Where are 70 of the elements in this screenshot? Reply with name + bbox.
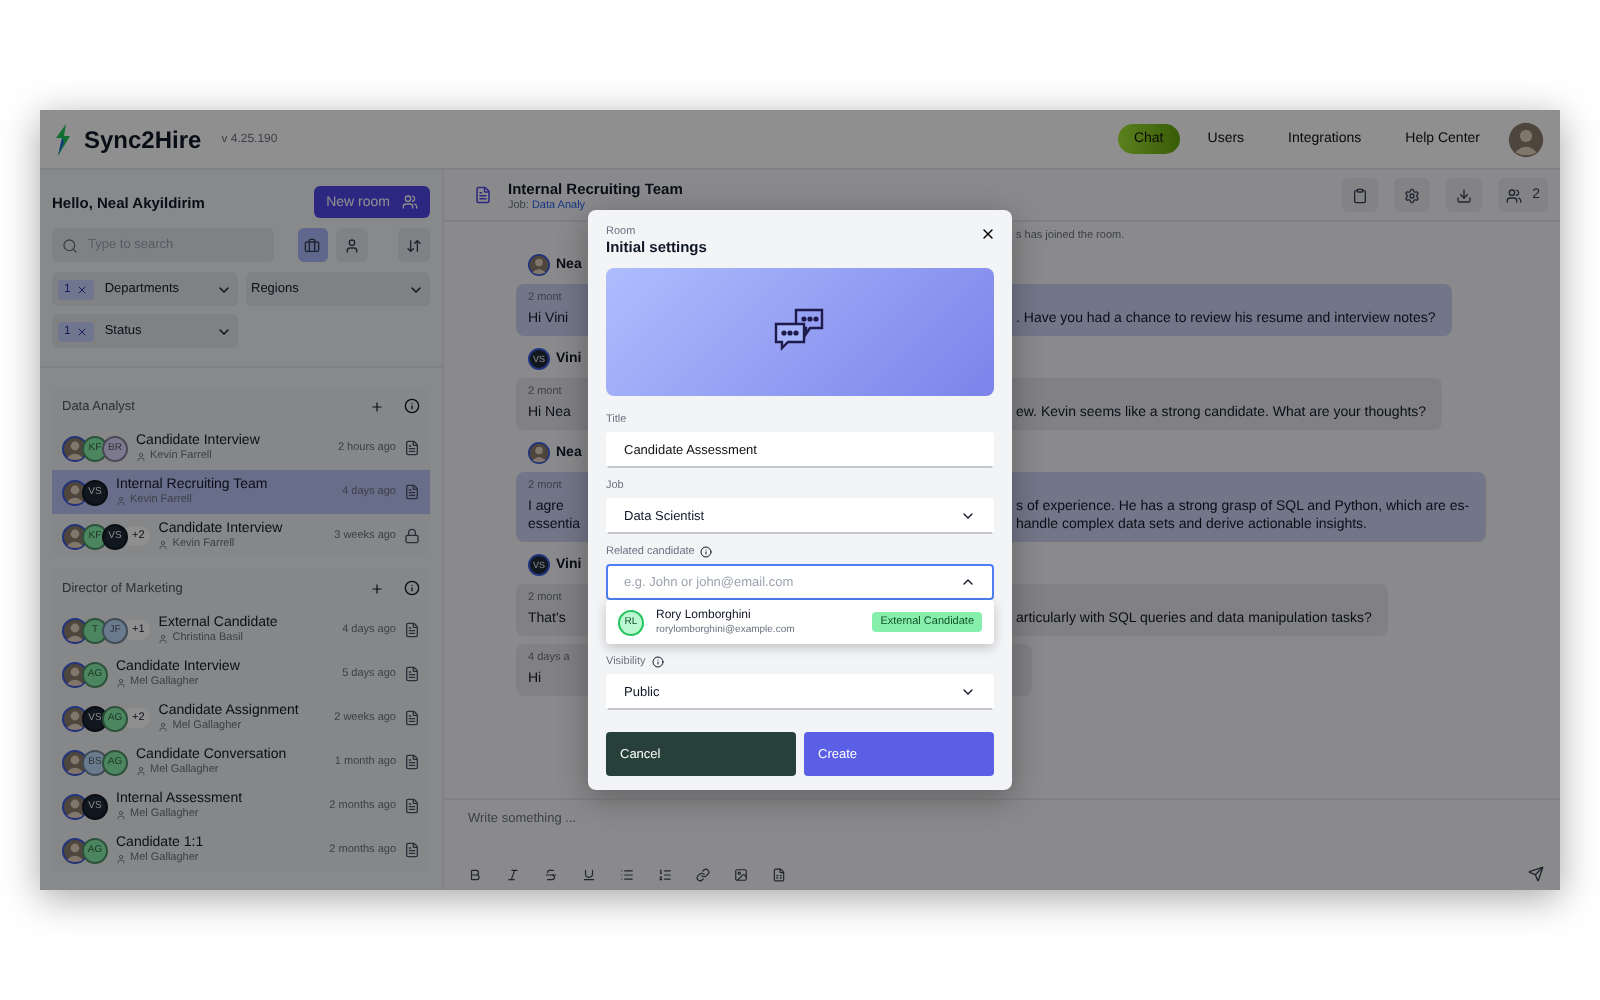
user-avatar (62, 435, 88, 461)
people-icon (402, 194, 418, 210)
person-icon (116, 495, 126, 505)
plus-icon[interactable] (370, 581, 384, 595)
bullet-list-icon (620, 867, 634, 881)
info-icon[interactable] (404, 580, 420, 596)
strikethrough-button[interactable] (544, 867, 558, 881)
clipboard-button[interactable] (1342, 178, 1379, 212)
user-avatar (62, 523, 88, 549)
chevron-down-icon (960, 684, 976, 700)
person-icon (344, 237, 361, 253)
plus-icon[interactable] (370, 399, 384, 413)
send-icon (1528, 866, 1544, 882)
user-avatar (62, 617, 88, 643)
person-icon (158, 539, 169, 549)
italic-icon (506, 867, 520, 881)
bullet-list-button[interactable] (620, 867, 634, 881)
remove-icon (76, 325, 89, 337)
person-icon (136, 765, 146, 775)
user-avatar (528, 442, 550, 464)
search-icon (62, 237, 78, 253)
link-button[interactable] (696, 867, 710, 881)
chevron-up-icon (960, 574, 976, 590)
bold-icon (468, 867, 482, 881)
person-icon (158, 633, 169, 643)
user-avatar (62, 837, 88, 863)
user-avatar (62, 705, 88, 731)
numbered-list-button[interactable] (658, 867, 672, 881)
italic-button[interactable] (506, 867, 520, 881)
briefcase-icon (304, 237, 321, 253)
document-icon (474, 186, 492, 204)
person-icon (116, 809, 126, 819)
user-avatar (528, 254, 550, 276)
app-name: Sync2Hire (84, 125, 202, 153)
link-icon (696, 867, 710, 881)
sort-button[interactable] (398, 228, 430, 262)
underline-icon (582, 867, 596, 881)
underline-button[interactable] (582, 867, 596, 881)
template-icon (772, 867, 786, 881)
chevron-down-icon (960, 508, 976, 524)
remove-icon (76, 283, 89, 295)
person-icon (116, 677, 126, 687)
download-button[interactable] (1446, 178, 1483, 212)
image-icon (734, 867, 748, 881)
info-icon[interactable] (404, 398, 420, 414)
user-avatar (62, 749, 88, 775)
bold-button[interactable] (468, 867, 482, 881)
people-icon (1506, 187, 1523, 203)
numbered-list-icon (658, 867, 672, 881)
download-icon (1456, 187, 1473, 203)
person-icon (158, 721, 169, 731)
person-icon (116, 853, 126, 863)
image-button[interactable] (734, 867, 748, 881)
close-button[interactable] (980, 226, 996, 242)
user-avatar (62, 479, 88, 505)
briefcase-toggle[interactable] (297, 228, 329, 262)
logo-icon (52, 123, 72, 155)
sort-icon (406, 237, 423, 253)
send-button[interactable] (1528, 866, 1544, 882)
settings-icon (1404, 187, 1421, 203)
user-avatar (62, 793, 88, 819)
clipboard-icon (1352, 187, 1369, 203)
person-toggle[interactable] (336, 228, 369, 262)
template-button[interactable] (772, 867, 786, 881)
strikethrough-icon (544, 867, 558, 881)
user-avatar (62, 661, 88, 687)
person-icon (136, 451, 146, 461)
close-icon (980, 226, 996, 242)
user-avatar[interactable] (1508, 121, 1544, 157)
settings-button[interactable] (1394, 178, 1431, 212)
